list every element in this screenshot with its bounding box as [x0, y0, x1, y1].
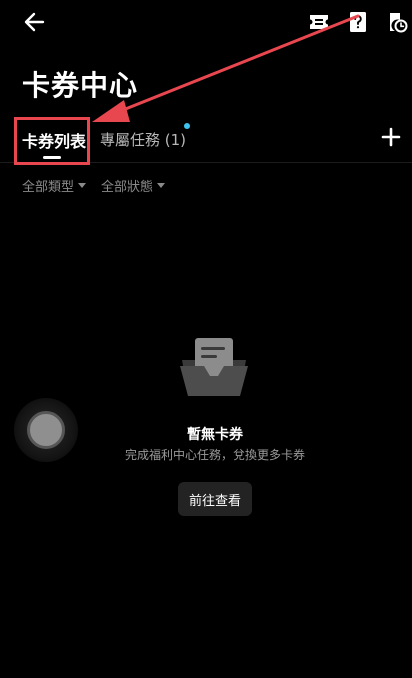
tab-label: 卡券列表: [22, 132, 87, 151]
history-button[interactable]: [384, 9, 410, 35]
caret-down-icon: [157, 183, 166, 188]
tab-exclusive-tasks[interactable]: 專屬任務 (1): [100, 118, 210, 162]
history-icon: [390, 13, 408, 33]
plus-icon: [381, 127, 401, 147]
page-title: 卡券中心: [22, 69, 139, 102]
filter-type-dropdown[interactable]: 全部類型: [22, 176, 87, 195]
help-document-button[interactable]: [345, 9, 371, 35]
empty-coupon-icon: [180, 338, 248, 396]
active-tab-indicator: [43, 156, 61, 159]
arrow-left-icon: [24, 12, 45, 32]
tab-divider: [0, 162, 412, 163]
filter-label: 全部狀態: [101, 180, 154, 195]
tab-bar: 卡券列表 專屬任務 (1): [0, 118, 412, 162]
top-bar: [0, 0, 412, 44]
caret-down-icon: [78, 183, 87, 188]
floating-ball-center: [27, 411, 65, 449]
filter-status-dropdown[interactable]: 全部狀態: [101, 176, 166, 195]
help-document-icon: [350, 12, 366, 32]
filter-label: 全部類型: [22, 180, 75, 195]
floating-assistive-button[interactable]: [14, 398, 78, 462]
add-button[interactable]: [378, 124, 404, 150]
tab-coupon-list[interactable]: 卡券列表: [16, 118, 88, 162]
ticket-button[interactable]: [306, 9, 332, 35]
notification-dot: [184, 123, 190, 129]
back-button[interactable]: [20, 8, 48, 36]
ticket-icon: [310, 15, 328, 29]
go-view-button[interactable]: 前往查看: [178, 482, 252, 516]
tab-label: 專屬任務 (1): [100, 131, 187, 149]
